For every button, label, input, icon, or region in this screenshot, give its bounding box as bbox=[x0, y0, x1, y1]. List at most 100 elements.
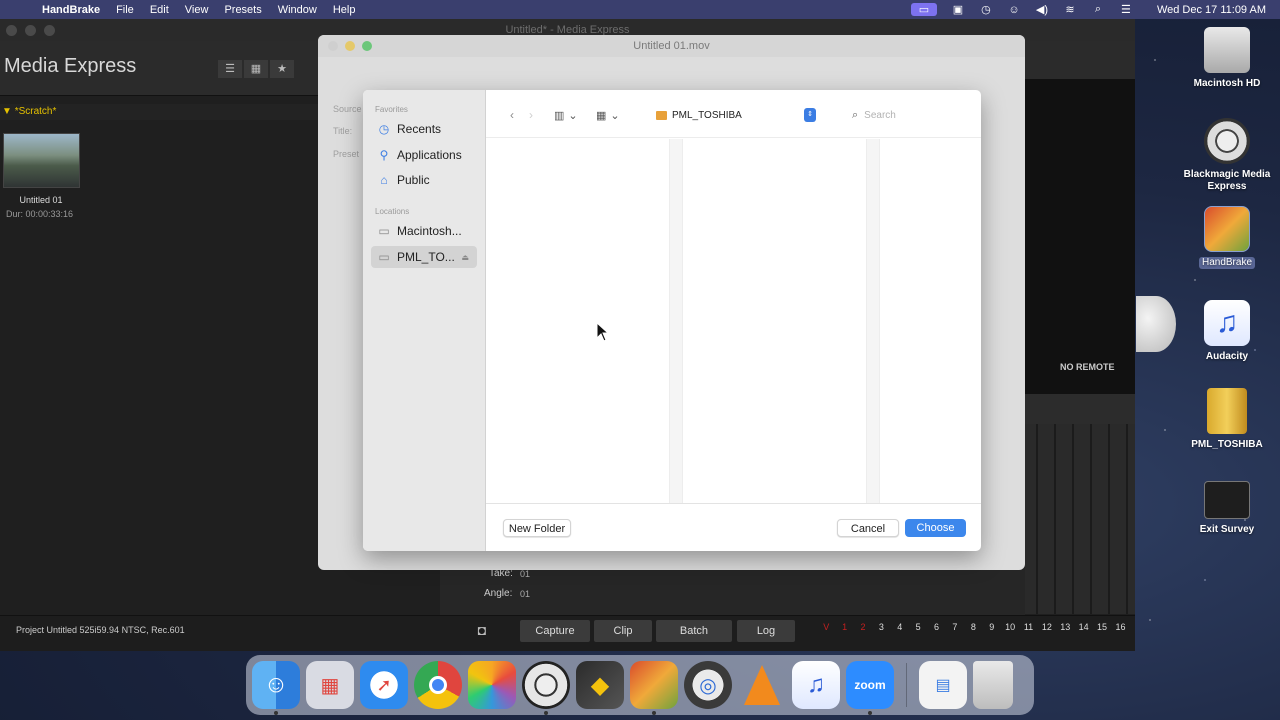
clip-thumbnail[interactable] bbox=[3, 133, 80, 188]
trash-icon[interactable] bbox=[973, 661, 1013, 709]
column-view-button[interactable]: ▥ ⌄ bbox=[554, 107, 578, 123]
log-button[interactable]: Log bbox=[737, 620, 795, 642]
sidebar-item-public[interactable]: ⌂ Public bbox=[371, 169, 477, 191]
audacity-icon[interactable]: ♫ bbox=[792, 661, 840, 709]
favorite-star-icon[interactable]: ★ bbox=[270, 60, 294, 78]
control-center-icon[interactable]: ☰ bbox=[1119, 3, 1133, 16]
clip-name: Untitled 01 bbox=[19, 195, 63, 205]
davinci-icon[interactable]: ◆ bbox=[576, 661, 624, 709]
location-popup[interactable]: PML_TOSHIBA ⇕ bbox=[656, 105, 816, 125]
capture-button[interactable]: Capture bbox=[520, 620, 590, 642]
menu-presets[interactable]: Presets bbox=[224, 4, 261, 16]
desktop-icon-media-express[interactable]: Blackmagic Media Express bbox=[1172, 118, 1280, 193]
favorites-header: Favorites bbox=[375, 105, 408, 114]
track-13[interactable]: 13 bbox=[1056, 622, 1074, 632]
minimize-icon[interactable] bbox=[345, 41, 355, 51]
bin-header[interactable]: ▼ *Scratch* bbox=[0, 104, 318, 120]
camera-icon[interactable]: ◘ bbox=[471, 622, 493, 640]
track-5[interactable]: 5 bbox=[909, 622, 927, 632]
chevron-down-icon: ⌄ bbox=[610, 109, 620, 122]
media-express-brand: Media Express bbox=[4, 55, 137, 77]
new-folder-button[interactable]: New Folder bbox=[503, 519, 571, 537]
desktop-icon-handbrake[interactable]: HandBrake bbox=[1172, 206, 1280, 270]
quicktime-icon[interactable]: ◎ bbox=[684, 661, 732, 709]
menu-app-name[interactable]: HandBrake bbox=[42, 4, 100, 16]
film-reel-icon bbox=[1204, 118, 1250, 164]
window-icon[interactable]: ▤ bbox=[919, 661, 967, 709]
track-7[interactable]: 7 bbox=[946, 622, 964, 632]
track-selector: V 1 2 3 4 5 6 7 8 9 10 11 12 13 14 15 16 bbox=[817, 622, 1130, 632]
handbrake-icon[interactable] bbox=[630, 661, 678, 715]
media-express-traffic-lights bbox=[6, 25, 55, 36]
forward-icon[interactable]: › bbox=[523, 107, 539, 123]
mouse-wallpaper-shape bbox=[1136, 296, 1176, 352]
menu-view[interactable]: View bbox=[185, 4, 209, 16]
cancel-button[interactable]: Cancel bbox=[837, 519, 899, 537]
eject-icon[interactable]: ⏏ bbox=[461, 253, 469, 262]
safari-icon[interactable]: ➚ bbox=[360, 661, 408, 709]
track-8[interactable]: 8 bbox=[964, 622, 982, 632]
zoom-window-icon[interactable] bbox=[362, 41, 372, 51]
sidebar-item-pml-toshiba[interactable]: ▭ PML_TO... ⏏ bbox=[371, 246, 477, 268]
track-4[interactable]: 4 bbox=[891, 622, 909, 632]
track-16[interactable]: 16 bbox=[1111, 622, 1129, 632]
track-14[interactable]: 14 bbox=[1074, 622, 1092, 632]
column-resize-handle[interactable] bbox=[866, 139, 880, 503]
track-11[interactable]: 11 bbox=[1019, 622, 1037, 632]
back-icon[interactable]: ‹ bbox=[504, 107, 520, 123]
finder-icon[interactable]: ☺ bbox=[252, 661, 300, 715]
screen-share-icon[interactable]: ▭ bbox=[910, 3, 937, 16]
clip-button[interactable]: Clip bbox=[594, 620, 652, 642]
choose-button[interactable]: Choose bbox=[905, 519, 966, 537]
photos-icon[interactable] bbox=[468, 661, 516, 709]
sidebar-item-applications[interactable]: ⚲ Applications bbox=[371, 144, 477, 166]
search-icon[interactable]: ⌕ bbox=[1091, 3, 1105, 16]
track-12[interactable]: 12 bbox=[1038, 622, 1056, 632]
track-v[interactable]: V bbox=[817, 622, 835, 632]
project-info: Project Untitled 525i59.94 NTSC, Rec.601 bbox=[16, 625, 185, 635]
group-view-button[interactable]: ▦ ⌄ bbox=[596, 107, 620, 123]
track-3[interactable]: 3 bbox=[872, 622, 890, 632]
menu-help[interactable]: Help bbox=[333, 4, 356, 16]
sidebar-item-recents[interactable]: ◷ Recents bbox=[371, 118, 477, 140]
menu-edit[interactable]: Edit bbox=[150, 4, 169, 16]
close-icon[interactable] bbox=[328, 41, 338, 51]
vlc-icon[interactable] bbox=[738, 661, 786, 709]
menu-window[interactable]: Window bbox=[278, 4, 317, 16]
current-folder-name: PML_TOSHIBA bbox=[672, 109, 742, 121]
grid-view-icon[interactable]: ▦ bbox=[244, 60, 268, 78]
gamepad-icon[interactable]: ☺ bbox=[1007, 4, 1021, 16]
chrome-icon[interactable] bbox=[414, 661, 462, 709]
media-express-icon[interactable] bbox=[522, 661, 570, 715]
track-2[interactable]: 2 bbox=[854, 622, 872, 632]
dialog-sidebar: Favorites ◷ Recents ⚲ Applications ⌂ Pub… bbox=[363, 90, 486, 551]
zoom-icon[interactable]: zoom bbox=[846, 661, 894, 715]
angle-value[interactable]: 01 bbox=[520, 589, 530, 599]
take-value[interactable]: 01 bbox=[520, 569, 530, 579]
volume-icon[interactable]: ◀) bbox=[1035, 3, 1049, 16]
desktop-icon-exit-survey[interactable]: Exit Survey bbox=[1172, 481, 1280, 536]
desktop-icon-pml-toshiba[interactable]: PML_TOSHIBA bbox=[1172, 388, 1280, 451]
menu-clock[interactable]: Wed Dec 17 11:09 AM bbox=[1157, 4, 1266, 16]
desktop-icon-audacity[interactable]: ♫ Audacity bbox=[1172, 300, 1280, 363]
sidebar-item-macintosh[interactable]: ▭ Macintosh... bbox=[371, 220, 477, 242]
batch-button[interactable]: Batch bbox=[656, 620, 732, 642]
wifi-icon[interactable]: ≋ bbox=[1063, 3, 1077, 16]
track-1[interactable]: 1 bbox=[835, 622, 853, 632]
track-15[interactable]: 15 bbox=[1093, 622, 1111, 632]
browser-column-1[interactable] bbox=[486, 139, 669, 503]
list-view-icon[interactable]: ☰ bbox=[218, 60, 242, 78]
menu-file[interactable]: File bbox=[116, 4, 134, 16]
column-resize-handle[interactable] bbox=[669, 139, 683, 503]
time-machine-icon[interactable]: ◷ bbox=[979, 3, 993, 16]
browser-column-2[interactable] bbox=[683, 139, 866, 503]
browser-column-3[interactable] bbox=[880, 139, 981, 503]
track-6[interactable]: 6 bbox=[927, 622, 945, 632]
status-app-icon[interactable]: ▣ bbox=[951, 3, 965, 16]
desktop-icon-macintosh-hd[interactable]: Macintosh HD bbox=[1172, 27, 1280, 90]
track-9[interactable]: 9 bbox=[983, 622, 1001, 632]
dock: ☺ ▦ ➚ ◆ ◎ ♫ zoom ▤ bbox=[246, 655, 1034, 715]
track-10[interactable]: 10 bbox=[1001, 622, 1019, 632]
launchpad-icon[interactable]: ▦ bbox=[306, 661, 354, 709]
search-field[interactable]: ⌕ Search bbox=[846, 105, 966, 125]
